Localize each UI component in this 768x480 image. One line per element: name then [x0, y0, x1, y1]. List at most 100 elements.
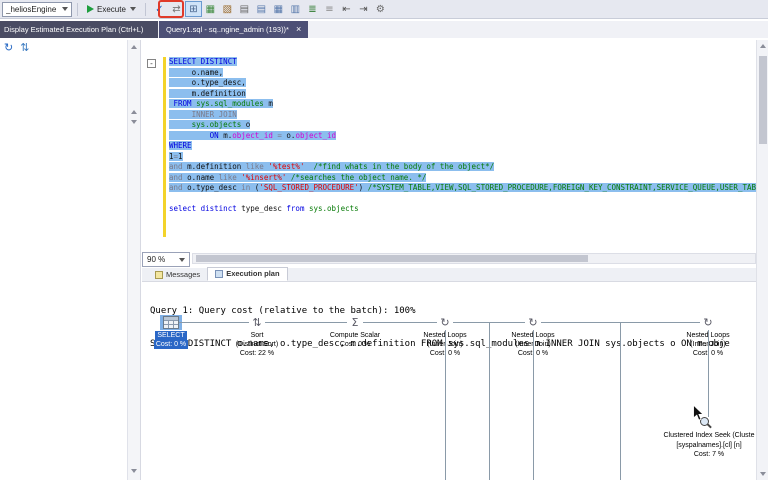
document-tab[interactable]: Query1.sql - sq..ngine_admin (193))* ×: [159, 21, 309, 38]
node-label: Clustered Index Seek (Cluste: [663, 432, 755, 439]
code-line-10[interactable]: 1=1: [169, 151, 756, 163]
node-cost: Cost: 22 %: [239, 350, 275, 357]
left-scrollbar[interactable]: [127, 40, 141, 480]
compute-scalar-icon: Σ: [351, 316, 359, 329]
database-combo[interactable]: _heliosEngine: [2, 1, 72, 17]
code-line-5[interactable]: FROM sys.sql_modules m: [169, 99, 756, 110]
node-cost: Cost: 7 %: [693, 451, 725, 458]
comment-selection-icon[interactable]: ≣: [304, 1, 321, 17]
highlight-annotation: [158, 0, 184, 18]
plan-connector: [533, 330, 534, 480]
code-line-text: m.definition: [169, 88, 246, 98]
code-line-14[interactable]: [169, 194, 756, 205]
code-line-2[interactable]: o.name,: [169, 67, 756, 79]
close-icon[interactable]: ×: [296, 25, 301, 34]
execute-play-icon: [87, 5, 94, 13]
code-line-11[interactable]: and m.definition like '%test%' /*find wh…: [169, 162, 756, 173]
code-area: SELECT DISTINCT o.name, o.type_desc, m.d…: [169, 57, 756, 215]
decrease-indent-icon[interactable]: ⇤: [338, 1, 355, 17]
code-line-1[interactable]: SELECT DISTINCT: [169, 57, 756, 68]
node-cost: Cost: 0 %: [339, 341, 371, 348]
live-query-statistics-icon[interactable]: ▦: [202, 1, 219, 17]
code-line-13[interactable]: and o.type_desc in ('SQL_STORED_PROCEDUR…: [169, 183, 756, 194]
code-line-9[interactable]: WHERE: [169, 141, 756, 152]
tab-messages[interactable]: Messages: [148, 269, 207, 281]
scroll-down-icon[interactable]: [131, 469, 137, 473]
collapse-region-icon[interactable]: -: [147, 59, 156, 68]
node-cost: Cost: 0 %: [153, 340, 189, 349]
results-to-file-icon[interactable]: ▥: [287, 1, 304, 17]
query-toolbar: _heliosEngine Execute ✓ ⇄ ⊞ ▦ ▧ ▤ ▤ ▦ ▥ ≣ ≡ ⇤ ⇥ ⚙: [0, 0, 768, 19]
code-line-15[interactable]: select distinct type_desc from sys.objec…: [169, 204, 756, 215]
plan-connector: [363, 322, 437, 323]
display-estimated-execution-plan-icon[interactable]: ⊞: [184, 1, 202, 17]
code-line-text: o.name,: [169, 67, 224, 77]
plan-connector: [708, 330, 709, 417]
zoom-value: 90 %: [147, 255, 166, 264]
code-line-text: SELECT DISTINCT: [169, 57, 237, 66]
plan-connector: [445, 330, 446, 480]
nested-loops-icon: ↻: [528, 316, 538, 329]
refresh-icon[interactable]: ↻: [4, 41, 13, 54]
code-line-3[interactable]: o.type_desc,: [169, 78, 756, 89]
code-line-text: WHERE: [169, 141, 192, 150]
increase-indent-icon[interactable]: ⇥: [355, 1, 372, 17]
execute-label: Execute: [97, 4, 126, 14]
code-line-7[interactable]: sys.objects o: [169, 120, 756, 131]
chevron-down-icon: [179, 257, 185, 262]
node-label: SELECT: [155, 331, 187, 340]
uncomment-selection-icon[interactable]: ≡: [321, 1, 338, 17]
results-to-grid-icon[interactable]: ▦: [270, 1, 287, 17]
code-line-4[interactable]: m.definition: [169, 88, 756, 100]
plan-node-compute-scalar[interactable]: Σ Compute Scalar Cost: 0 %: [307, 315, 403, 349]
results-to-text-icon[interactable]: ▤: [253, 1, 270, 17]
code-line-12[interactable]: and o.name like '%insert%' /*searches th…: [169, 172, 756, 184]
scroll-up-icon[interactable]: [131, 45, 137, 49]
scroll-down-icon[interactable]: [131, 120, 137, 124]
nested-loops-icon: ↻: [440, 316, 450, 329]
code-line-text: o.type_desc,: [169, 78, 246, 87]
include-actual-execution-plan-icon[interactable]: ▧: [219, 1, 236, 17]
execute-button[interactable]: Execute: [83, 1, 140, 17]
messages-icon: [155, 270, 163, 279]
code-line-6[interactable]: INNER JOIN: [169, 109, 756, 121]
code-line-text: 1=1: [169, 151, 183, 161]
plan-connector: [265, 322, 347, 323]
scroll-up-icon[interactable]: [760, 44, 766, 48]
nested-loops-icon: ↻: [703, 316, 713, 329]
sync-icon[interactable]: ⇅: [20, 41, 29, 54]
sql-editor[interactable]: - SELECT DISTINCT o.name, o.type_desc, m…: [142, 40, 756, 252]
scrollbar-thumb[interactable]: [759, 56, 767, 144]
scroll-up-icon[interactable]: [131, 110, 137, 114]
code-line-text: select distinct type_desc from sys.objec…: [169, 204, 359, 213]
plan-connector: [489, 323, 490, 480]
change-tracking-bar: [163, 57, 166, 237]
vertical-scrollbar[interactable]: [756, 40, 768, 480]
database-combo-value: _heliosEngine: [6, 4, 57, 14]
node-label: Compute Scalar: [329, 332, 381, 339]
execution-plan-pane: Query 1: Query cost (relative to the bat…: [142, 282, 756, 480]
scroll-down-icon[interactable]: [760, 472, 766, 476]
horizontal-scrollbar[interactable]: [192, 253, 756, 264]
results-tabs: Messages Execution plan: [142, 267, 756, 282]
code-line-text: FROM sys.sql_modules m: [169, 99, 273, 108]
mouse-cursor: [693, 404, 705, 421]
chevron-down-icon: [62, 7, 68, 11]
document-tab-title: Query1.sql - sq..ngine_admin (193))*: [166, 25, 289, 34]
tab-execution-plan[interactable]: Execution plan: [207, 267, 288, 281]
code-line-8[interactable]: ON m.object_id = o.object_id: [169, 130, 756, 142]
plan-connector: [179, 322, 249, 323]
code-line-text: and m.definition like '%test%' /*find wh…: [169, 162, 495, 171]
plan-node-select[interactable]: SELECT Cost: 0 %: [142, 315, 219, 349]
node-detail: [syspalnames].[cl] [n]: [676, 441, 742, 449]
code-line-text: and o.name like '%insert%' /*searches th…: [169, 172, 427, 182]
left-panel-icons: ↻ ⇅: [4, 41, 29, 54]
scrollbar-thumb[interactable]: [196, 255, 588, 262]
plan-node-clustered-index-seek[interactable]: Clustered Index Seek (Cluste [syspalname…: [614, 431, 756, 460]
zoom-combo[interactable]: 90 %: [142, 252, 190, 267]
include-client-statistics-icon[interactable]: ▤: [236, 1, 253, 17]
sort-icon: ⇅: [252, 316, 262, 329]
query-options-icon[interactable]: ⚙: [372, 1, 389, 17]
code-line-text: INNER JOIN: [169, 109, 237, 119]
ssms-window: _heliosEngine Execute ✓ ⇄ ⊞ ▦ ▧ ▤ ▤ ▦ ▥ ≣ ≡ ⇤ ⇥ ⚙ Que…: [0, 0, 768, 480]
